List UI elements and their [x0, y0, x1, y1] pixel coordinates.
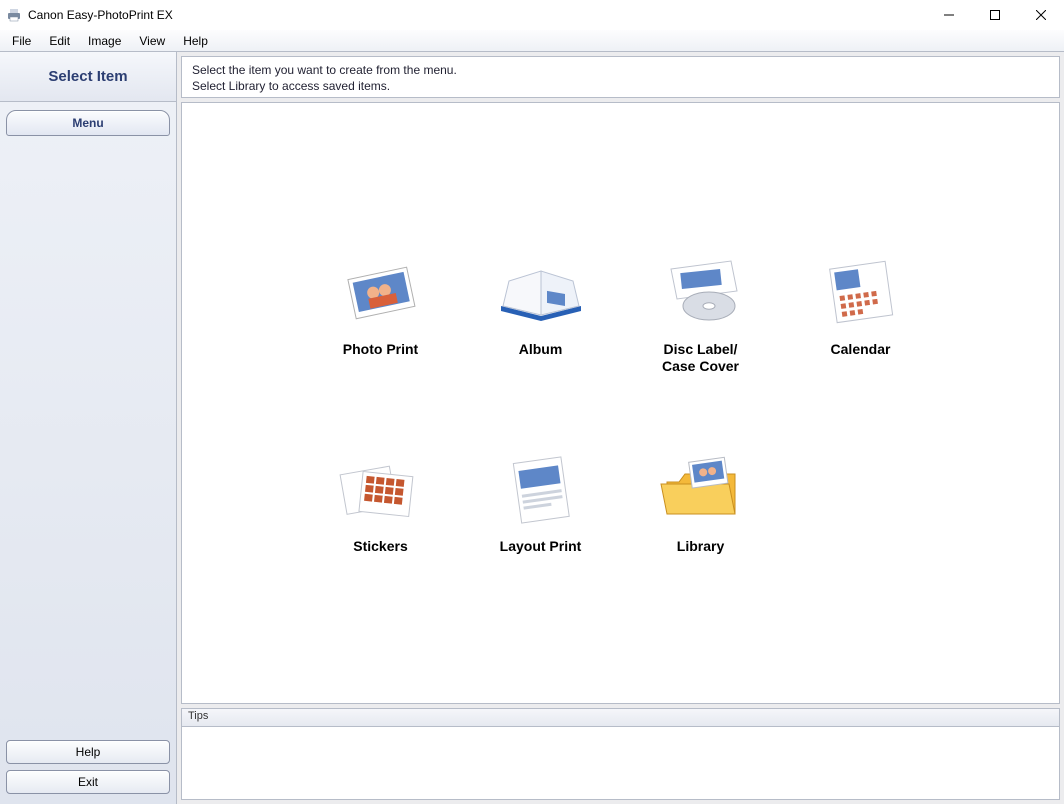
item-album[interactable]: Album: [461, 245, 621, 382]
item-label: Disc Label/ Case Cover: [662, 341, 739, 376]
minimize-button[interactable]: [926, 0, 972, 30]
item-label: Calendar: [831, 341, 891, 359]
instruction-line1: Select the item you want to create from …: [192, 63, 1049, 79]
stickers-icon: [331, 448, 431, 528]
item-grid-area: Photo Print Album: [181, 102, 1060, 704]
titlebar-left: Canon Easy-PhotoPrint EX: [6, 7, 173, 23]
item-grid: Photo Print Album: [301, 245, 941, 562]
album-icon: [491, 251, 591, 331]
help-button[interactable]: Help: [6, 740, 170, 764]
window-controls: [926, 0, 1064, 30]
library-icon: [651, 448, 751, 528]
item-label: Album: [519, 341, 563, 359]
main-area: Select the item you want to create from …: [177, 52, 1064, 804]
menu-file[interactable]: File: [4, 32, 39, 50]
menu-image[interactable]: Image: [80, 32, 129, 50]
item-label: Layout Print: [500, 538, 582, 556]
menu-edit[interactable]: Edit: [41, 32, 78, 50]
item-label: Photo Print: [343, 341, 418, 359]
item-disc-label[interactable]: Disc Label/ Case Cover: [621, 245, 781, 382]
sidebar: Select Item Menu Help Exit: [0, 52, 177, 804]
calendar-icon: [811, 251, 911, 331]
item-label: Library: [677, 538, 724, 556]
instruction-line2: Select Library to access saved items.: [192, 79, 1049, 95]
instruction-box: Select the item you want to create from …: [181, 56, 1060, 98]
menubar: File Edit Image View Help: [0, 30, 1064, 52]
step-title: Select Item: [0, 52, 176, 102]
tips-header: Tips: [181, 708, 1060, 726]
sidebar-body: Menu: [0, 102, 176, 734]
layout-print-icon: [491, 448, 591, 528]
exit-button[interactable]: Exit: [6, 770, 170, 794]
menu-help[interactable]: Help: [175, 32, 216, 50]
menu-view[interactable]: View: [131, 32, 173, 50]
tips-body: [181, 726, 1060, 800]
item-library[interactable]: Library: [621, 442, 781, 562]
item-stickers[interactable]: Stickers: [301, 442, 461, 562]
sidebar-bottom: Help Exit: [0, 734, 176, 804]
item-photo-print[interactable]: Photo Print: [301, 245, 461, 382]
item-layout-print[interactable]: Layout Print: [461, 442, 621, 562]
disc-label-icon: [651, 251, 751, 331]
item-label: Stickers: [353, 538, 407, 556]
printer-icon: [6, 7, 22, 23]
close-button[interactable]: [1018, 0, 1064, 30]
titlebar: Canon Easy-PhotoPrint EX: [0, 0, 1064, 30]
window-title: Canon Easy-PhotoPrint EX: [28, 8, 173, 22]
menu-tab[interactable]: Menu: [6, 110, 170, 136]
photo-print-icon: [331, 251, 431, 331]
item-calendar[interactable]: Calendar: [781, 245, 941, 382]
content: Select Item Menu Help Exit Select the it…: [0, 52, 1064, 804]
maximize-button[interactable]: [972, 0, 1018, 30]
